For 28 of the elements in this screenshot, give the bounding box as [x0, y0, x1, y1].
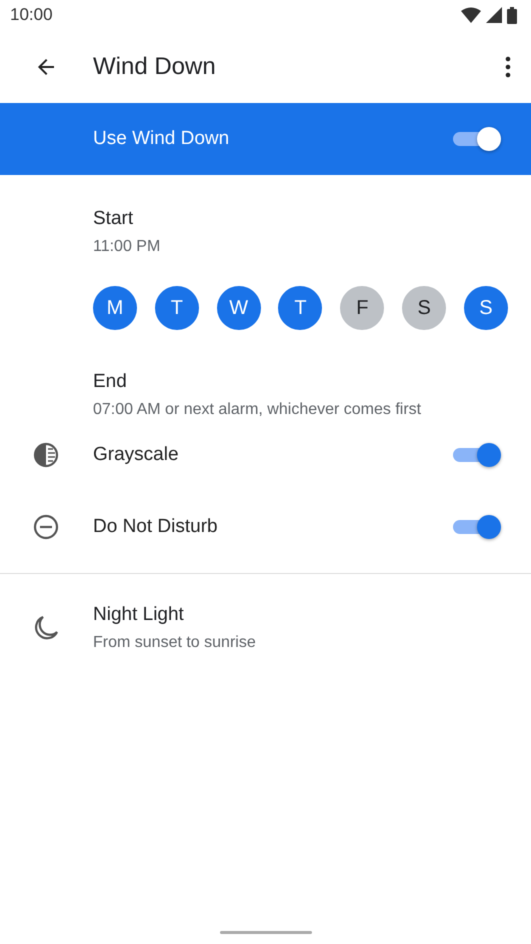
- battery-icon: [507, 6, 517, 24]
- setting-title: Do Not Disturb: [93, 516, 219, 538]
- window-title: Wind Down: [93, 52, 217, 80]
- setting-value: From sunset to sunrise: [93, 634, 256, 652]
- more-options-icon[interactable]: [505, 56, 511, 78]
- day-toggle[interactable]: T: [278, 286, 322, 330]
- toggle-switch[interactable]: [451, 126, 501, 152]
- setting-value: 11:00 PM: [93, 238, 162, 256]
- wifi-icon: [461, 7, 481, 23]
- status-time: 10:00: [10, 5, 53, 25]
- signal-icon: [486, 7, 502, 23]
- day-toggle[interactable]: T: [154, 286, 199, 330]
- setting-value: 07:00 AM or next alarm, whichever comes first: [93, 401, 422, 419]
- toggle-switch[interactable]: [451, 442, 501, 468]
- switch-label: Use Wind Down: [93, 128, 230, 150]
- setting-title: End: [93, 371, 128, 393]
- setting-title: Start: [93, 208, 134, 230]
- toggle-switch[interactable]: [451, 514, 501, 540]
- day-toggle[interactable]: M: [93, 286, 137, 330]
- day-toggle[interactable]: S: [464, 286, 508, 330]
- moon-icon: [33, 615, 59, 641]
- day-toggle[interactable]: F: [340, 286, 384, 330]
- day-toggle[interactable]: S: [402, 286, 446, 330]
- setting-title: Grayscale: [93, 444, 180, 466]
- setting-title: Night Light: [93, 604, 185, 626]
- minus-circle-icon: [33, 514, 59, 540]
- day-toggle[interactable]: W: [216, 286, 261, 330]
- contrast-icon: [33, 442, 59, 468]
